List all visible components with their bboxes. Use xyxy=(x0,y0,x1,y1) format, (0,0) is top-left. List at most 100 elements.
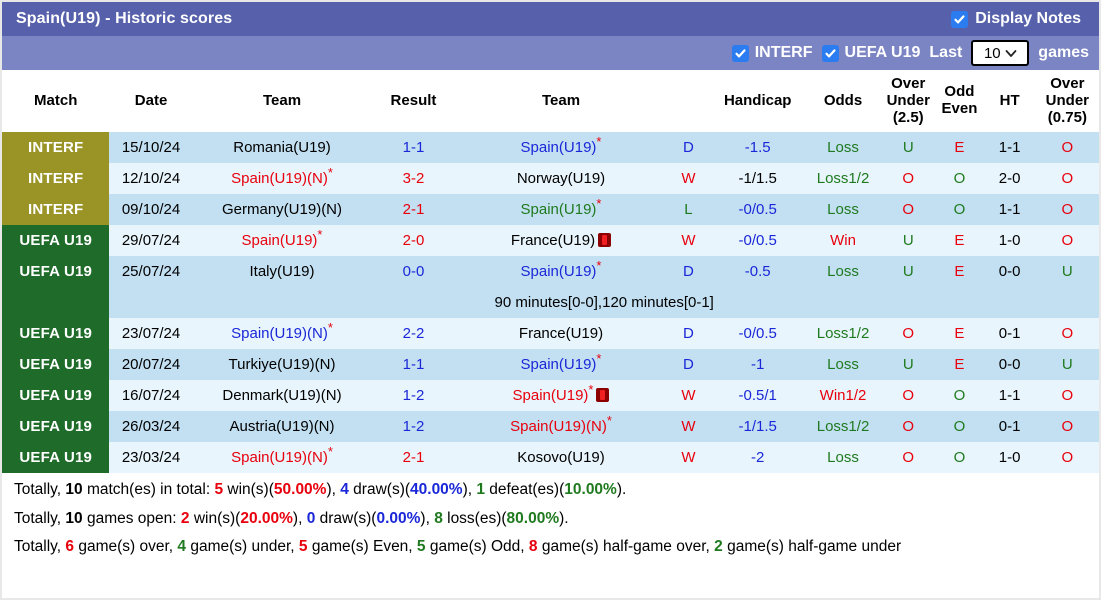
half-time-score: 0-0 xyxy=(983,256,1036,288)
summary-open-value: 8 xyxy=(434,509,443,527)
col-oddeven-line2: Even xyxy=(941,100,978,118)
over-under-075-text: U xyxy=(1061,263,1073,281)
over-under-25: U xyxy=(881,256,936,288)
summary-total-text: ), xyxy=(462,481,477,499)
table-row[interactable]: UEFA U19 29/07/24 Spain(U19)* 2-0 France(U19… xyxy=(2,225,1099,257)
home-team[interactable]: Spain(U19)(N)* xyxy=(192,442,372,474)
home-team[interactable]: Spain(U19)(N)* xyxy=(192,163,372,195)
away-team[interactable]: Spain(U19)* xyxy=(455,380,667,412)
home-team-text: Turkiye(U19)(N) xyxy=(228,356,336,374)
display-notes-label: Display Notes xyxy=(975,10,1081,27)
summary-open-value: 20.00% xyxy=(240,509,293,527)
away-team[interactable]: France(U19) xyxy=(455,318,667,350)
score: 0-0 xyxy=(371,256,456,288)
home-team-text: Italy(U19) xyxy=(249,263,315,281)
away-team[interactable]: Spain(U19)* xyxy=(455,256,667,288)
away-team[interactable]: Spain(U19)* xyxy=(455,349,667,381)
result-letter-text: W xyxy=(681,418,696,436)
home-team[interactable]: Spain(U19)(N)* xyxy=(192,318,372,350)
match-date: 12/10/24 xyxy=(109,163,193,195)
col-odds: Odds xyxy=(804,70,882,133)
table-row[interactable]: INTERF 12/10/24 Spain(U19)(N)* 3-2 Norway(U1… xyxy=(2,163,1099,195)
table-row[interactable]: UEFA U19 20/07/24 Turkiye(U19)(N) 1-1 Spain(… xyxy=(2,349,1099,381)
away-team[interactable]: France(U19) xyxy=(455,225,667,257)
odds-result-text: Loss xyxy=(827,201,859,219)
col-handicap: Handicap xyxy=(710,70,805,133)
handicap-value-text: -0/0.5 xyxy=(738,232,777,250)
display-notes-control[interactable]: Display Notes xyxy=(951,10,1089,28)
match-date: 23/03/24 xyxy=(109,442,193,474)
away-team-text: Norway(U19) xyxy=(516,170,606,188)
result-letter: W xyxy=(666,225,711,257)
result-letter-text: D xyxy=(683,139,694,157)
score-text: 0-0 xyxy=(402,263,425,281)
home-advantage-star: * xyxy=(606,413,612,429)
summary-total-value: 4 xyxy=(340,481,349,499)
over-under-25: O xyxy=(881,380,936,412)
half-time-score: 1-0 xyxy=(983,225,1036,257)
interf-filter[interactable]: INTERF xyxy=(731,44,813,62)
chevron-down-icon xyxy=(1005,45,1017,62)
odd-even: E xyxy=(935,132,984,164)
match-date: 09/10/24 xyxy=(109,194,193,226)
summary-ou-text: game(s) Even, xyxy=(307,538,417,556)
over-under-075: O xyxy=(1035,225,1099,257)
summary-line-open: Totally, 10 games open: 2 win(s)(20.00%)… xyxy=(14,509,1087,528)
home-team[interactable]: Germany(U19)(N) xyxy=(192,194,372,226)
away-team[interactable]: Norway(U19) xyxy=(455,163,667,195)
over-under-075: O xyxy=(1035,318,1099,350)
match-date: 29/07/24 xyxy=(109,225,193,257)
over-under-25-text: O xyxy=(902,418,915,436)
games-count-select[interactable]: 10 xyxy=(971,40,1030,66)
home-team[interactable]: Austria(U19)(N) xyxy=(192,411,372,443)
table-row[interactable]: UEFA U19 16/07/24 Denmark(U19)(N) 1-2 Spain(… xyxy=(2,380,1099,412)
col-ou075-line2: Under xyxy=(1045,91,1090,109)
table-row[interactable]: INTERF 15/10/24 Romania(U19) 1-1 Spain(U19)*… xyxy=(2,132,1099,164)
home-team[interactable]: Spain(U19)* xyxy=(192,225,372,257)
table-row[interactable]: UEFA U19 26/03/24 Austria(U19)(N) 1-2 Spain(… xyxy=(2,411,1099,443)
uefa-checkbox[interactable] xyxy=(821,44,839,62)
result-letter-text: D xyxy=(683,356,694,374)
table-row[interactable]: INTERF 09/10/24 Germany(U19)(N) 2-1 Spain(U1… xyxy=(2,194,1099,226)
result-letter-text: W xyxy=(681,232,696,250)
col-over-under-075: Over Under (0.75) xyxy=(1035,70,1099,133)
half-time-score-text: 1-1 xyxy=(998,201,1021,219)
display-notes-checkbox[interactable] xyxy=(951,10,969,28)
page-title: Spain(U19) - Historic scores xyxy=(16,10,233,27)
half-time-score: 1-1 xyxy=(983,194,1036,226)
odds-result: Loss xyxy=(804,194,882,226)
half-time-score: 2-0 xyxy=(983,163,1036,195)
score: 2-1 xyxy=(371,194,456,226)
interf-checkbox[interactable] xyxy=(731,44,749,62)
home-team[interactable]: Romania(U19) xyxy=(192,132,372,164)
home-advantage-star: * xyxy=(596,351,602,367)
competition-badge: UEFA U19 xyxy=(2,256,110,288)
home-team-text: Romania(U19) xyxy=(233,139,331,157)
summary-ou-text: game(s) half-game under xyxy=(722,538,902,556)
competition-badge: UEFA U19 xyxy=(2,318,110,350)
over-under-25: O xyxy=(881,442,936,474)
summary-total-text: match(es) in total: xyxy=(82,481,215,499)
odds-result-text: Loss xyxy=(827,139,859,157)
odds-result-text: Loss1/2 xyxy=(816,325,870,343)
col-date: Date xyxy=(109,70,193,133)
match-date-text: 25/07/24 xyxy=(121,263,181,281)
interf-label: INTERF xyxy=(754,44,813,61)
match-date-text: 23/07/24 xyxy=(121,325,181,343)
uefa-filter[interactable]: UEFA U19 xyxy=(821,44,920,62)
away-team[interactable]: Spain(U19)* xyxy=(455,132,667,164)
home-team[interactable]: Turkiye(U19)(N) xyxy=(192,349,372,381)
competition-badge: UEFA U19 xyxy=(2,225,110,257)
half-time-score: 1-0 xyxy=(983,442,1036,474)
away-team[interactable]: Spain(U19)* xyxy=(455,194,667,226)
summary-total-value: 50.00% xyxy=(273,481,327,499)
table-row[interactable]: UEFA U19 25/07/24 Italy(U19) 0-0 Spain(U19)*… xyxy=(2,256,1099,288)
table-row[interactable]: UEFA U19 23/07/24 Spain(U19)(N)* 2-2 France(… xyxy=(2,318,1099,350)
table-row[interactable]: UEFA U19 23/03/24 Spain(U19)(N)* 2-1 Kosovo(… xyxy=(2,442,1099,474)
away-team[interactable]: Kosovo(U19) xyxy=(455,442,667,474)
away-team[interactable]: Spain(U19)(N)* xyxy=(455,411,667,443)
handicap-value: -0.5 xyxy=(710,256,805,288)
home-team[interactable]: Denmark(U19)(N) xyxy=(192,380,372,412)
result-letter: W xyxy=(666,411,711,443)
home-team[interactable]: Italy(U19) xyxy=(192,256,372,288)
